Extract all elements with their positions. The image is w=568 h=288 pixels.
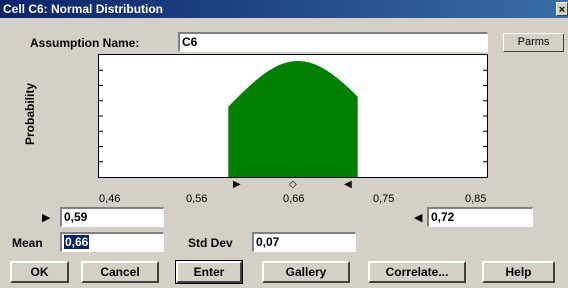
assumption-name-label: Assumption Name: — [30, 36, 140, 50]
upper-grabber-icon[interactable]: ◀ — [344, 179, 352, 190]
x-tick-label: 0,46 — [99, 193, 121, 205]
close-icon: × — [558, 4, 566, 16]
gallery-button[interactable]: Gallery — [262, 261, 350, 283]
window-title: Cell C6: Normal Distribution — [3, 2, 164, 16]
y-axis-label-text: Probability — [23, 83, 37, 146]
correlate-button[interactable]: Correlate... — [368, 261, 466, 283]
lower-bound-input[interactable]: 0,59 — [60, 207, 164, 227]
mean-value: 0,66 — [64, 235, 90, 249]
mean-input[interactable]: 0,66 — [60, 232, 164, 252]
assumption-name-input[interactable]: C6 — [178, 32, 488, 52]
upper-arrow-icon: ◀ — [414, 212, 423, 224]
cancel-button[interactable]: Cancel — [81, 261, 159, 283]
lower-grabber-icon[interactable]: ▶ — [233, 179, 241, 190]
close-button[interactable]: × — [556, 2, 568, 16]
x-tick-label: 0,56 — [186, 193, 208, 205]
upper-bound-input[interactable]: 0,72 — [427, 207, 533, 227]
x-tick-label: 0,75 — [373, 193, 395, 205]
mean-marker-icon: ◇ — [289, 179, 297, 190]
x-tick-label: 0,66 — [283, 193, 305, 205]
distribution-area — [228, 61, 358, 177]
x-tick-label: 0,85 — [465, 193, 487, 205]
std-dev-label: Std Dev — [188, 236, 233, 250]
parms-button[interactable]: Parms — [503, 33, 564, 52]
help-button[interactable]: Help — [482, 261, 555, 283]
chart-canvas — [99, 61, 487, 177]
title-bar: Cell C6: Normal Distribution × — [0, 0, 568, 18]
distribution-chart[interactable] — [98, 54, 488, 178]
mean-label: Mean — [12, 236, 43, 250]
parms-label: Parms — [517, 36, 550, 48]
lower-arrow-icon: ▶ — [42, 212, 51, 224]
enter-button[interactable]: Enter — [175, 260, 243, 284]
std-dev-input[interactable]: 0,07 — [252, 232, 356, 252]
ok-button[interactable]: OK — [10, 261, 69, 283]
